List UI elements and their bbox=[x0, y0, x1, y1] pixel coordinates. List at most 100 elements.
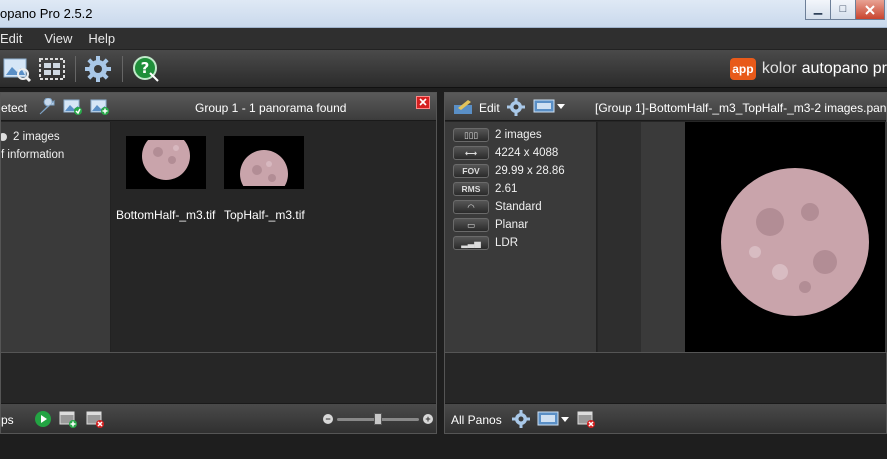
detect-grid-button[interactable] bbox=[37, 54, 67, 84]
render-quality-badge-icon: ◠ bbox=[453, 200, 489, 214]
group-add-icon bbox=[59, 411, 77, 428]
moon-image bbox=[126, 132, 206, 180]
play-icon bbox=[35, 411, 51, 427]
brand-word-autopano: autopano pr bbox=[801, 60, 887, 77]
group-info-sidebar: 2 images f information bbox=[1, 122, 111, 352]
menu-edit[interactable]: Edit bbox=[0, 31, 22, 46]
brand-badge: app bbox=[729, 58, 756, 80]
edit-label[interactable]: Edit bbox=[479, 101, 500, 115]
image-add-icon bbox=[90, 99, 109, 115]
images-icon bbox=[1, 133, 7, 141]
moon-image bbox=[685, 122, 885, 352]
minimize-button[interactable]: ▁ bbox=[805, 0, 831, 20]
panorama-preview-image bbox=[685, 122, 885, 352]
images-group-panel: etect Group 1 - 1 panorama found 2 image… bbox=[0, 92, 437, 434]
zoom-in-button[interactable]: + bbox=[423, 414, 433, 424]
help-button[interactable]: ? bbox=[131, 54, 161, 84]
moon-image bbox=[224, 150, 304, 198]
menu-bar: Edit View Help bbox=[0, 28, 887, 50]
title-bar: opano Pro 2.5.2 ▁ □ bbox=[0, 0, 887, 28]
pano-images-value: 2 images bbox=[495, 129, 542, 141]
gear-icon bbox=[512, 410, 530, 428]
import-images-button[interactable] bbox=[2, 54, 32, 84]
gear-icon bbox=[507, 98, 525, 116]
remove-group-footer-button[interactable] bbox=[85, 409, 105, 429]
left-panel-footer: ps − + bbox=[1, 403, 436, 433]
info-images-row: 2 images bbox=[1, 128, 60, 146]
group-remove-icon bbox=[86, 411, 104, 428]
add-image-check-button[interactable] bbox=[63, 98, 83, 116]
svg-text:?: ? bbox=[141, 59, 150, 77]
panorama-panel: Edit [Group 1]-BottomHalf-_m3_TopHalf-_m… bbox=[444, 92, 887, 434]
pano-quality-value: Standard bbox=[495, 201, 542, 213]
brand-word-kolor: kolor bbox=[761, 60, 797, 77]
left-panel-header: etect Group 1 - 1 panorama found bbox=[1, 93, 436, 121]
settings-button[interactable] bbox=[83, 54, 113, 84]
thumbnail-bottomhalf[interactable] bbox=[126, 132, 206, 189]
info-information-link[interactable]: f information bbox=[1, 149, 64, 161]
pano-size-value: 4224 x 4088 bbox=[495, 147, 559, 159]
images-badge-icon: ▯▯▯ bbox=[453, 128, 489, 142]
pano-info-row: FOV 29.99 x 28.86 bbox=[453, 162, 565, 180]
batch-render-dropdown-button[interactable] bbox=[537, 409, 571, 429]
main-toolbar: ? app kolor autopano pr bbox=[0, 50, 887, 88]
image-check-icon bbox=[63, 99, 82, 115]
add-image-button[interactable] bbox=[90, 98, 110, 116]
maximize-button[interactable]: □ bbox=[830, 0, 856, 20]
right-lower-area bbox=[445, 352, 886, 402]
pano-info-row: ◠ Standard bbox=[453, 198, 542, 216]
toolbar-separator bbox=[75, 56, 76, 82]
brand-logo: app kolor autopano pr bbox=[729, 58, 887, 80]
close-red-icon bbox=[416, 96, 430, 109]
remove-group-button[interactable] bbox=[416, 96, 430, 109]
thumbnail-label: BottomHalf-_m3.tif bbox=[116, 208, 216, 222]
zoom-out-button[interactable]: − bbox=[323, 414, 333, 424]
pano-gap bbox=[598, 122, 641, 352]
group-title: Group 1 - 1 panorama found bbox=[195, 101, 347, 115]
pano-rms-value: 2.61 bbox=[495, 183, 518, 195]
monitor-dropdown-icon bbox=[533, 99, 565, 113]
pano-info-row: ⟷ 4224 x 4088 bbox=[453, 144, 558, 162]
zoom-slider-handle[interactable] bbox=[374, 413, 382, 425]
add-group-button[interactable] bbox=[58, 409, 78, 429]
pano-info-row: RMS 2.61 bbox=[453, 180, 517, 198]
window-title: opano Pro 2.5.2 bbox=[0, 6, 93, 21]
right-panel-footer: All Panos bbox=[445, 403, 886, 433]
menu-view[interactable]: View bbox=[44, 31, 72, 46]
thumbnail-tophalf[interactable] bbox=[224, 136, 304, 198]
export-dropdown-button[interactable] bbox=[533, 98, 567, 116]
info-images-count: 2 images bbox=[13, 131, 60, 143]
fov-badge: FOV bbox=[453, 164, 489, 178]
rms-badge: RMS bbox=[453, 182, 489, 196]
monitor-dropdown-icon bbox=[537, 411, 569, 426]
dynamic-range-badge-icon: ▂▃▅ bbox=[453, 236, 489, 250]
pano-info-row: ▯▯▯ 2 images bbox=[453, 126, 542, 144]
groups-label: ps bbox=[1, 413, 14, 427]
image-search-icon bbox=[3, 58, 32, 83]
edit-pencil-icon bbox=[454, 100, 472, 114]
image-thumbnails-area: BottomHalf-_m3.tif TopHalf-_m3.tif bbox=[112, 122, 436, 352]
wrench-icon bbox=[39, 97, 55, 115]
edit-button[interactable] bbox=[453, 98, 473, 116]
status-strip bbox=[0, 434, 887, 459]
detect-label[interactable]: etect bbox=[1, 101, 27, 115]
thumbnail-label: TopHalf-_m3.tif bbox=[224, 208, 305, 222]
projection-badge-icon: ▭ bbox=[453, 218, 489, 232]
pano-settings-footer-button[interactable] bbox=[511, 409, 531, 429]
remove-pano-button[interactable] bbox=[576, 409, 596, 429]
pano-fov-value: 29.99 x 28.86 bbox=[495, 165, 565, 177]
gear-icon bbox=[85, 56, 111, 82]
close-icon bbox=[865, 5, 875, 15]
pano-projection-value: Planar bbox=[495, 219, 529, 231]
menu-help[interactable]: Help bbox=[88, 31, 115, 46]
panorama-preview[interactable] bbox=[641, 122, 887, 352]
all-panos-label: All Panos bbox=[451, 413, 502, 427]
right-panel-header: Edit [Group 1]-BottomHalf-_m3_TopHalf-_m… bbox=[445, 93, 887, 121]
wrench-button[interactable] bbox=[37, 97, 57, 116]
close-button[interactable] bbox=[855, 0, 885, 20]
panorama-settings-button[interactable] bbox=[506, 98, 526, 116]
render-button[interactable] bbox=[33, 409, 53, 429]
pano-range-value: LDR bbox=[495, 237, 519, 249]
panorama-title: [Group 1]-BottomHalf-_m3_TopHalf-_m3-2 i… bbox=[595, 101, 887, 115]
grid-icon bbox=[39, 58, 65, 80]
